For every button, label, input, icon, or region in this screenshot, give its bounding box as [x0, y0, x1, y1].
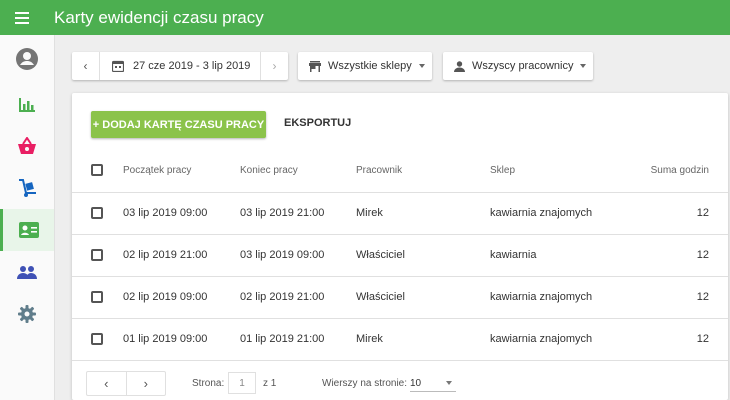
- cell-end: 03 lip 2019 21:00: [240, 192, 356, 235]
- sidebar-item-employees[interactable]: [0, 251, 54, 293]
- row-checkbox[interactable]: [91, 249, 103, 261]
- cell-start: 03 lip 2019 09:00: [123, 192, 240, 235]
- person-icon: [454, 60, 465, 72]
- cell-start: 01 lip 2019 09:00: [123, 318, 240, 361]
- page-count-label: z 1: [263, 378, 277, 389]
- prev-page-button[interactable]: ‹: [87, 372, 127, 395]
- timesheets-table: Początek pracy Koniec pracy Pracownik Sk…: [72, 149, 728, 361]
- column-header-worker[interactable]: Pracownik: [356, 149, 490, 193]
- add-timesheet-button[interactable]: + DODAJ KARTĘ CZASU PRACY: [91, 111, 266, 138]
- cell-start: 02 lip 2019 09:00: [123, 276, 240, 319]
- sidebar-item-timesheets[interactable]: [0, 209, 54, 251]
- calendar-icon: [112, 60, 124, 72]
- app-bar: Karty ewidencji czasu pracy: [0, 0, 730, 35]
- export-button[interactable]: EKSPORTUJ: [284, 117, 351, 129]
- shops-filter[interactable]: Wszystkie sklepy: [298, 52, 432, 80]
- workers-filter-label: Wszyscy pracownicy: [472, 60, 574, 72]
- basket-icon: [18, 137, 36, 154]
- sidebar: [0, 35, 55, 400]
- cell-shop: kawiarnia znajomych: [490, 276, 640, 319]
- column-header-hours[interactable]: Suma godzin: [640, 149, 728, 193]
- select-all-checkbox[interactable]: [91, 164, 103, 177]
- row-checkbox[interactable]: [91, 291, 103, 303]
- sidebar-item-settings[interactable]: [0, 293, 54, 335]
- rows-per-page-select[interactable]: 10: [410, 378, 456, 392]
- pagination: ‹ › Strona: 1 z 1 Wierszy na stronie: 10: [72, 358, 728, 400]
- bar-chart-icon: [19, 98, 35, 112]
- page-navigator: ‹ ›: [86, 371, 166, 396]
- table-row[interactable]: 02 lip 2019 09:00 02 lip 2019 21:00 Właś…: [72, 276, 728, 319]
- chevron-down-icon: [418, 64, 425, 68]
- date-range-navigator: ‹ 27 cze 2019 - 3 lip 2019 ›: [72, 52, 288, 80]
- workers-filter[interactable]: Wszyscy pracownicy: [443, 52, 593, 80]
- rows-per-page-value: 10: [410, 378, 422, 389]
- hand-truck-icon: [19, 179, 36, 197]
- gear-icon: [18, 305, 36, 323]
- column-header-shop[interactable]: Sklep: [490, 149, 640, 193]
- cell-shop: kawiarnia: [490, 234, 640, 277]
- cell-hours: 12: [640, 276, 728, 319]
- select-all-cell: [72, 149, 123, 193]
- cell-end: 01 lip 2019 21:00: [240, 318, 356, 361]
- table-row[interactable]: 02 lip 2019 21:00 03 lip 2019 09:00 Właś…: [72, 234, 728, 277]
- sidebar-item-sales[interactable]: [0, 125, 54, 167]
- cell-worker: Właściciel: [356, 234, 490, 277]
- cell-shop: kawiarnia znajomych: [490, 192, 640, 235]
- table-row[interactable]: 03 lip 2019 09:00 03 lip 2019 21:00 Mire…: [72, 192, 728, 235]
- people-icon: [17, 266, 37, 279]
- cell-end: 02 lip 2019 21:00: [240, 276, 356, 319]
- next-page-button[interactable]: ›: [127, 372, 166, 395]
- rows-per-page-label: Wierszy na stronie:: [322, 378, 408, 389]
- column-header-end[interactable]: Koniec pracy: [240, 149, 356, 193]
- shops-filter-label: Wszystkie sklepy: [328, 60, 412, 72]
- cell-shop: kawiarnia znajomych: [490, 318, 640, 361]
- menu-icon[interactable]: [12, 7, 34, 29]
- sidebar-item-account[interactable]: [0, 38, 54, 80]
- cell-worker: Mirek: [356, 192, 490, 235]
- account-icon: [16, 48, 38, 70]
- row-checkbox[interactable]: [91, 207, 103, 219]
- date-range-label: 27 cze 2019 - 3 lip 2019: [133, 60, 251, 72]
- table-header-row: Początek pracy Koniec pracy Pracownik Sk…: [72, 149, 728, 193]
- cell-hours: 12: [640, 192, 728, 235]
- sidebar-item-stats[interactable]: [0, 83, 54, 125]
- prev-range-button[interactable]: ‹: [72, 52, 100, 80]
- next-range-button[interactable]: ›: [260, 52, 288, 80]
- row-checkbox[interactable]: [91, 333, 103, 345]
- date-range-picker[interactable]: 27 cze 2019 - 3 lip 2019: [100, 52, 260, 80]
- sidebar-item-deliveries[interactable]: [0, 167, 54, 209]
- cell-worker: Właściciel: [356, 276, 490, 319]
- cell-hours: 12: [640, 234, 728, 277]
- column-header-start[interactable]: Początek pracy: [123, 149, 240, 193]
- id-card-icon: [18, 222, 39, 238]
- page-label: Strona:: [192, 378, 225, 389]
- page-number-input[interactable]: 1: [228, 372, 256, 394]
- timesheets-card: + DODAJ KARTĘ CZASU PRACY EKSPORTUJ Pocz…: [72, 93, 728, 400]
- cell-hours: 12: [640, 318, 728, 361]
- store-icon: [309, 60, 321, 72]
- cell-worker: Mirek: [356, 318, 490, 361]
- cell-end: 03 lip 2019 09:00: [240, 234, 356, 277]
- chevron-down-icon: [580, 64, 587, 68]
- table-row[interactable]: 01 lip 2019 09:00 01 lip 2019 21:00 Mire…: [72, 318, 728, 361]
- page-title: Karty ewidencji czasu pracy: [54, 8, 264, 27]
- chevron-down-icon: [446, 381, 452, 385]
- cell-start: 02 lip 2019 21:00: [123, 234, 240, 277]
